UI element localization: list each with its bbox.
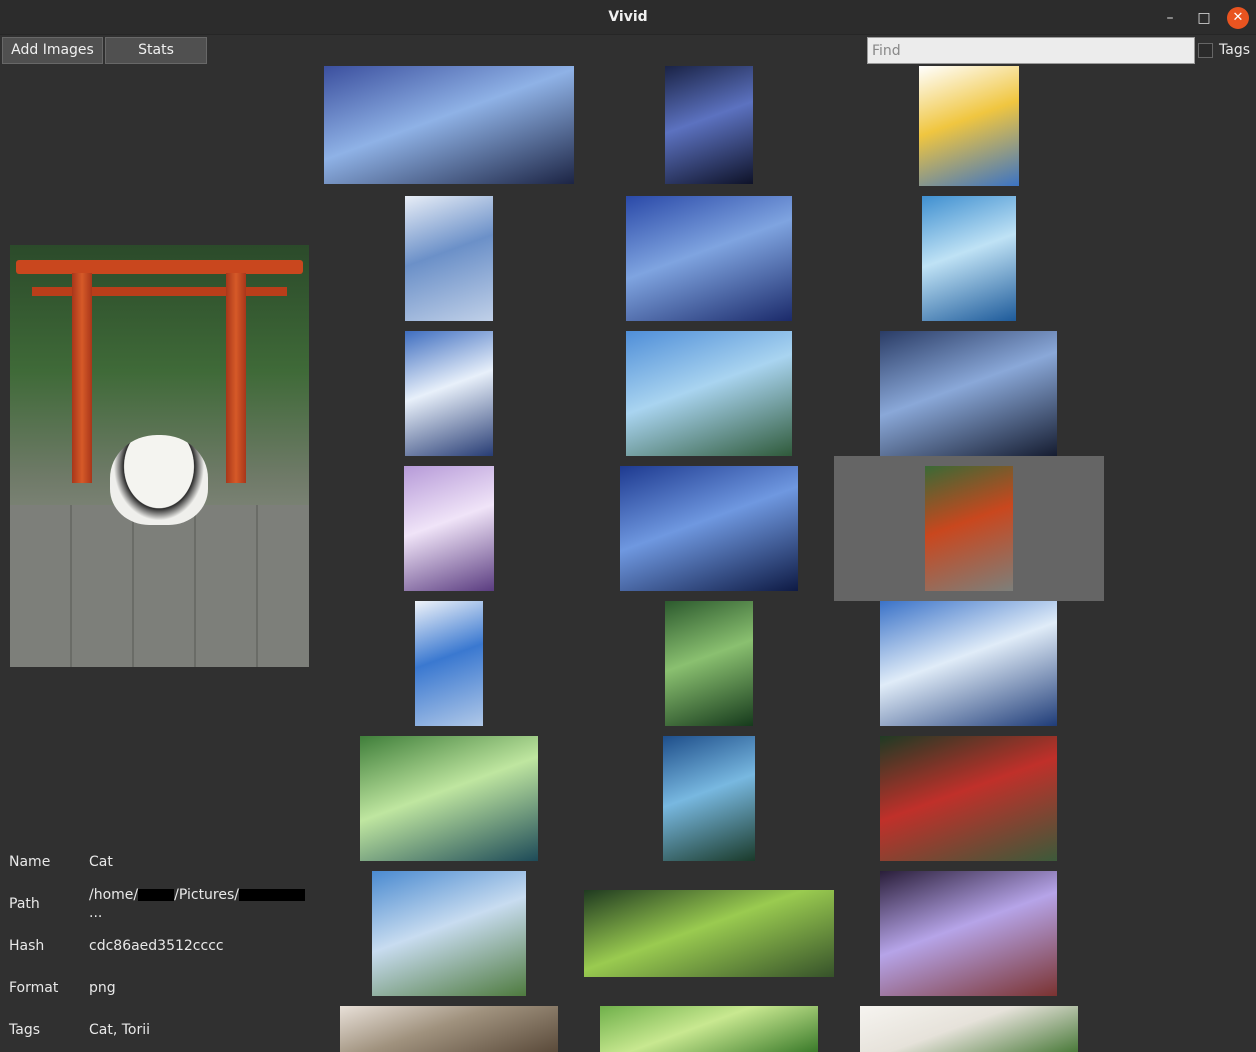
name-label: Name — [9, 854, 51, 870]
path-value: /home/ /Pictures/ — [89, 887, 305, 903]
thumb-whale-wave[interactable] — [922, 196, 1016, 321]
torii-beam-shape — [16, 260, 303, 274]
thumb-interior-door[interactable] — [340, 1006, 558, 1052]
format-label: Format — [9, 980, 59, 996]
stats-button[interactable]: Stats — [105, 37, 207, 64]
torii-lower-beam-shape — [32, 287, 287, 296]
thumb-dam-girl[interactable] — [372, 871, 526, 996]
thumb-green-alley[interactable] — [665, 601, 753, 726]
path-prefix: /home/ — [89, 887, 139, 903]
thumb-grass-field[interactable] — [600, 1006, 818, 1052]
thumb-flooded-corridor[interactable] — [360, 736, 538, 861]
name-value: Cat — [89, 854, 113, 870]
thumb-forest-tunnel[interactable] — [880, 736, 1057, 861]
tags-checkbox[interactable] — [1198, 43, 1213, 58]
minimize-icon[interactable]: – — [1159, 7, 1181, 29]
thumb-book-cover-sky[interactable] — [405, 196, 493, 321]
tags-checkbox-label: Tags — [1219, 42, 1250, 58]
path-ellipsis: ... — [89, 905, 103, 921]
tags-label: Tags — [9, 1022, 40, 1038]
find-input[interactable] — [867, 37, 1195, 64]
thumb-pagoda-town[interactable] — [626, 331, 792, 456]
selected-image-preview — [10, 245, 309, 667]
hash-value: cdc86aed3512cccc — [89, 938, 224, 954]
close-icon[interactable]: ✕ — [1227, 7, 1249, 29]
format-value: png — [89, 980, 116, 996]
maximize-icon[interactable]: □ — [1193, 7, 1215, 29]
tags-value: Cat, Torii — [89, 1022, 151, 1038]
thumb-swing-dusk[interactable] — [626, 196, 792, 321]
thumb-piano-ruins[interactable] — [584, 890, 834, 977]
thumb-street-clouds[interactable] — [405, 331, 493, 456]
path-label: Path — [9, 896, 40, 912]
thumb-purple-hall[interactable] — [880, 871, 1057, 996]
thumb-night-trees[interactable] — [620, 466, 798, 591]
thumb-torii-cat-selected[interactable] — [925, 466, 1013, 591]
path-middle: /Pictures/ — [174, 887, 239, 903]
stone-path-shape — [10, 505, 309, 667]
thumb-ruined-station[interactable] — [880, 601, 1057, 726]
torii-post-right-shape — [226, 273, 246, 483]
hash-label: Hash — [9, 938, 45, 954]
thumb-white-sketch[interactable] — [860, 1006, 1078, 1052]
redacted-block — [239, 889, 305, 901]
redacted-block — [138, 889, 175, 901]
thumb-window-hall[interactable] — [880, 331, 1057, 456]
window-title: Vivid — [608, 9, 648, 25]
thumb-blue-tunnel[interactable] — [663, 736, 755, 861]
title-bar: Vivid – □ ✕ — [0, 0, 1256, 35]
thumb-book-cover-stars[interactable] — [665, 66, 753, 184]
add-images-button[interactable]: Add Images — [2, 37, 103, 64]
cat-shape — [110, 435, 208, 525]
thumb-app-layout[interactable] — [415, 601, 483, 726]
thumb-flyer-page[interactable] — [919, 66, 1019, 186]
thumb-city-sky[interactable] — [324, 66, 574, 184]
thumb-music-room[interactable] — [404, 466, 494, 591]
torii-post-left-shape — [72, 273, 92, 483]
